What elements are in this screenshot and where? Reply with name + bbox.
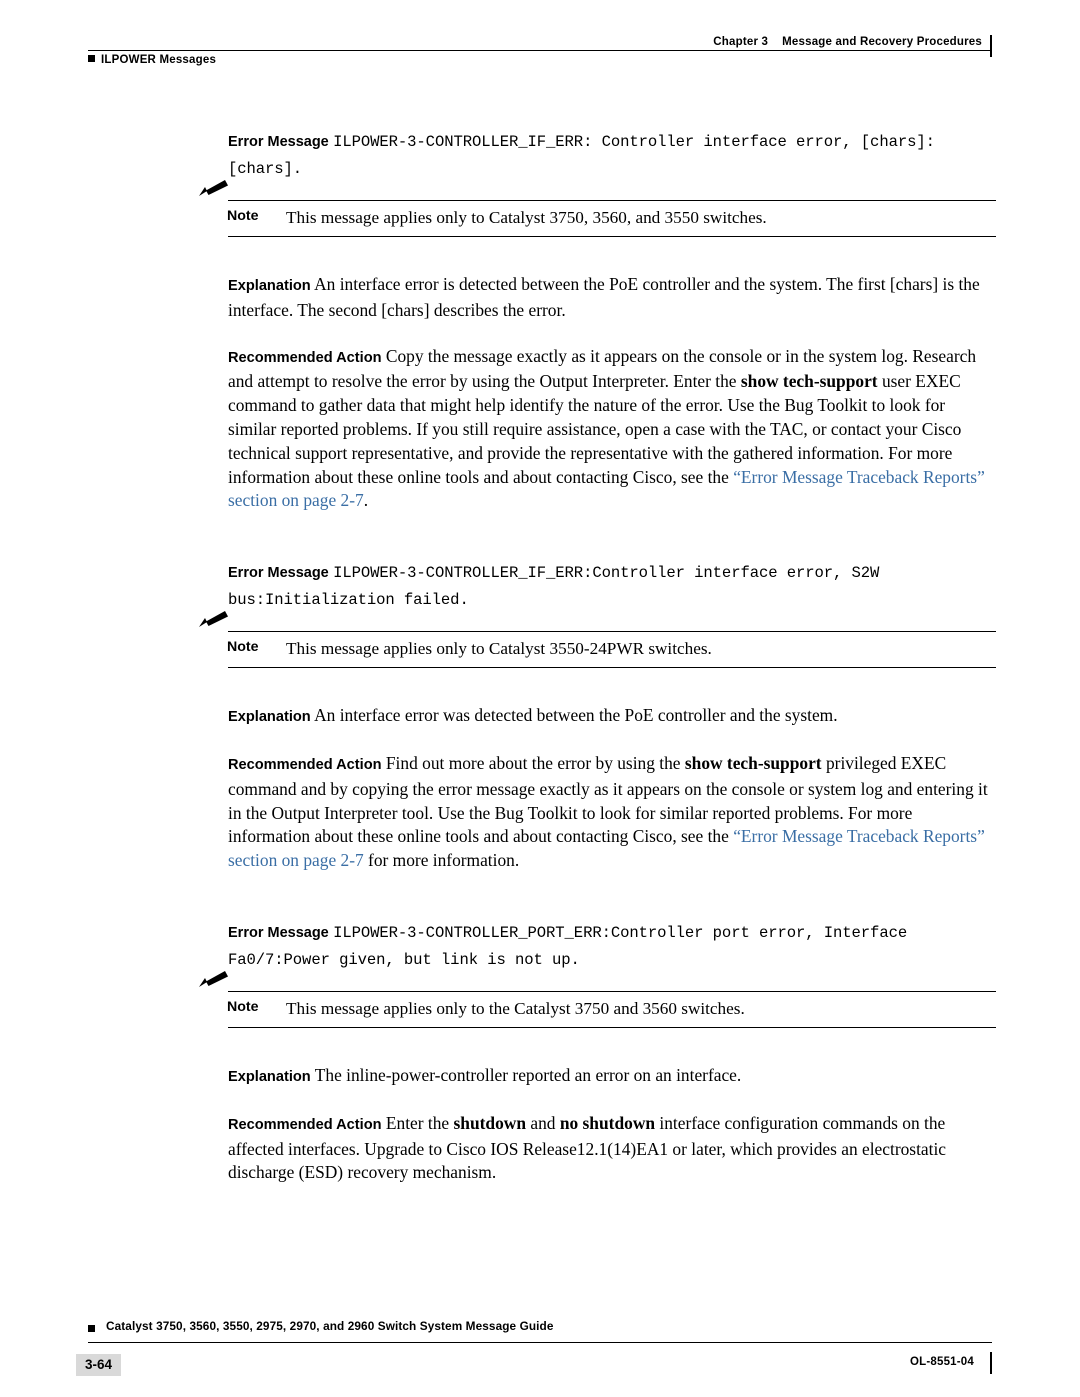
note-label: Note — [227, 998, 259, 1015]
action-text-part-3: . — [363, 490, 369, 511]
explanation-label: Explanation — [228, 278, 311, 294]
footer-edge-tick — [990, 1352, 992, 1374]
footer-book-title: Catalyst 3750, 3560, 3550, 2975, 2970, a… — [106, 1319, 554, 1333]
action-bold-command-1: show tech-support — [684, 752, 822, 773]
pencil-note-icon — [199, 970, 228, 987]
header-edge-tick — [990, 35, 992, 57]
error-message-text: ILPOWER-3-CONTROLLER_PORT_ERR:Controller… — [228, 923, 908, 969]
running-head-left: ILPOWER Messages — [88, 54, 216, 66]
recommended-action-paragraph: Recommended Action Find out more about t… — [228, 752, 996, 873]
note-label: Note — [227, 208, 259, 224]
note-row: Note This message applies only to Cataly… — [227, 200, 996, 237]
action-text-part-1: Find out more about the error by using t… — [385, 752, 685, 773]
explanation-text: The inline-power-controller reported an … — [314, 1064, 742, 1085]
action-text-part-1: Enter the — [385, 1112, 454, 1133]
footer-rule — [88, 1342, 992, 1343]
error-message-label: Error Message — [228, 924, 329, 941]
running-head-right: Chapter 3 Message and Recovery Procedures — [713, 36, 982, 48]
page-header: ILPOWER Messages Chapter 3 Message and Re… — [88, 32, 992, 78]
bullet-square-icon — [88, 55, 95, 62]
message-entry-1: Error Message ILPOWER-3-CONTROLLER_IF_ER… — [199, 128, 996, 514]
explanation-paragraph: Explanation An interface error was detec… — [228, 704, 996, 730]
explanation-paragraph: Explanation The inline-power-controller … — [228, 1064, 996, 1090]
recommended-action-label: Recommended Action — [228, 1116, 382, 1133]
explanation-label: Explanation — [228, 1068, 311, 1085]
explanation-text: An interface error was detected between … — [314, 705, 838, 726]
note-row: Note This message applies only to the Ca… — [227, 990, 996, 1028]
recommended-action-label: Recommended Action — [228, 756, 382, 773]
error-message-line: Error Message ILPOWER-3-CONTROLLER_IF_ER… — [228, 559, 996, 613]
document-page: ILPOWER Messages Chapter 3 Message and Re… — [0, 0, 1080, 1397]
note-block: Note This message applies only to Cataly… — [199, 611, 996, 669]
pencil-note-icon — [199, 180, 228, 196]
action-bold-command-2: no shutdown — [559, 1112, 656, 1133]
note-text: This message applies only to Catalyst 37… — [286, 208, 767, 227]
error-message-line: Error Message ILPOWER-3-CONTROLLER_IF_ER… — [228, 128, 996, 182]
error-message-label: Error Message — [228, 565, 329, 582]
header-rule — [88, 50, 992, 51]
note-text: This message applies only to Catalyst 35… — [286, 639, 712, 659]
page-content: Error Message ILPOWER-3-CONTROLLER_IF_ER… — [199, 128, 996, 1185]
note-block: Note This message applies only to Cataly… — [199, 180, 996, 237]
note-label: Note — [227, 639, 259, 656]
explanation-paragraph: Explanation An interface error is detect… — [228, 273, 996, 323]
explanation-text: An interface error is detected between t… — [228, 274, 980, 320]
note-block: Note This message applies only to the Ca… — [199, 970, 996, 1028]
pencil-note-icon — [199, 611, 228, 628]
action-bold-command-1: show tech-support — [740, 371, 878, 392]
explanation-label: Explanation — [228, 709, 311, 726]
recommended-action-label: Recommended Action — [228, 349, 382, 366]
action-bold-command-1: shutdown — [453, 1112, 527, 1133]
running-head-left-label: ILPOWER Messages — [101, 54, 217, 66]
note-text: This message applies only to the Catalys… — [286, 998, 745, 1018]
chapter-label: Chapter 3 — [713, 36, 769, 48]
note-row: Note This message applies only to Cataly… — [227, 631, 996, 669]
action-text-part-2: and — [526, 1112, 560, 1133]
message-entry-2: Error Message ILPOWER-3-CONTROLLER_IF_ER… — [199, 559, 996, 873]
error-message-label: Error Message — [228, 134, 329, 150]
action-text-part-3: for more information. — [363, 850, 520, 871]
document-id: OL-8551-04 — [909, 1356, 974, 1368]
footer-bullet-square-icon — [88, 1325, 95, 1332]
recommended-action-paragraph: Recommended Action Copy the message exac… — [228, 345, 996, 514]
message-entry-3: Error Message ILPOWER-3-CONTROLLER_PORT_… — [199, 919, 996, 1185]
page-number: 3-64 — [76, 1354, 122, 1376]
error-message-text: ILPOWER-3-CONTROLLER_IF_ERR: Controller … — [228, 133, 935, 178]
chapter-title: Message and Recovery Procedures — [782, 36, 982, 48]
error-message-line: Error Message ILPOWER-3-CONTROLLER_PORT_… — [228, 919, 996, 973]
recommended-action-paragraph: Recommended Action Enter the shutdown an… — [228, 1112, 996, 1185]
